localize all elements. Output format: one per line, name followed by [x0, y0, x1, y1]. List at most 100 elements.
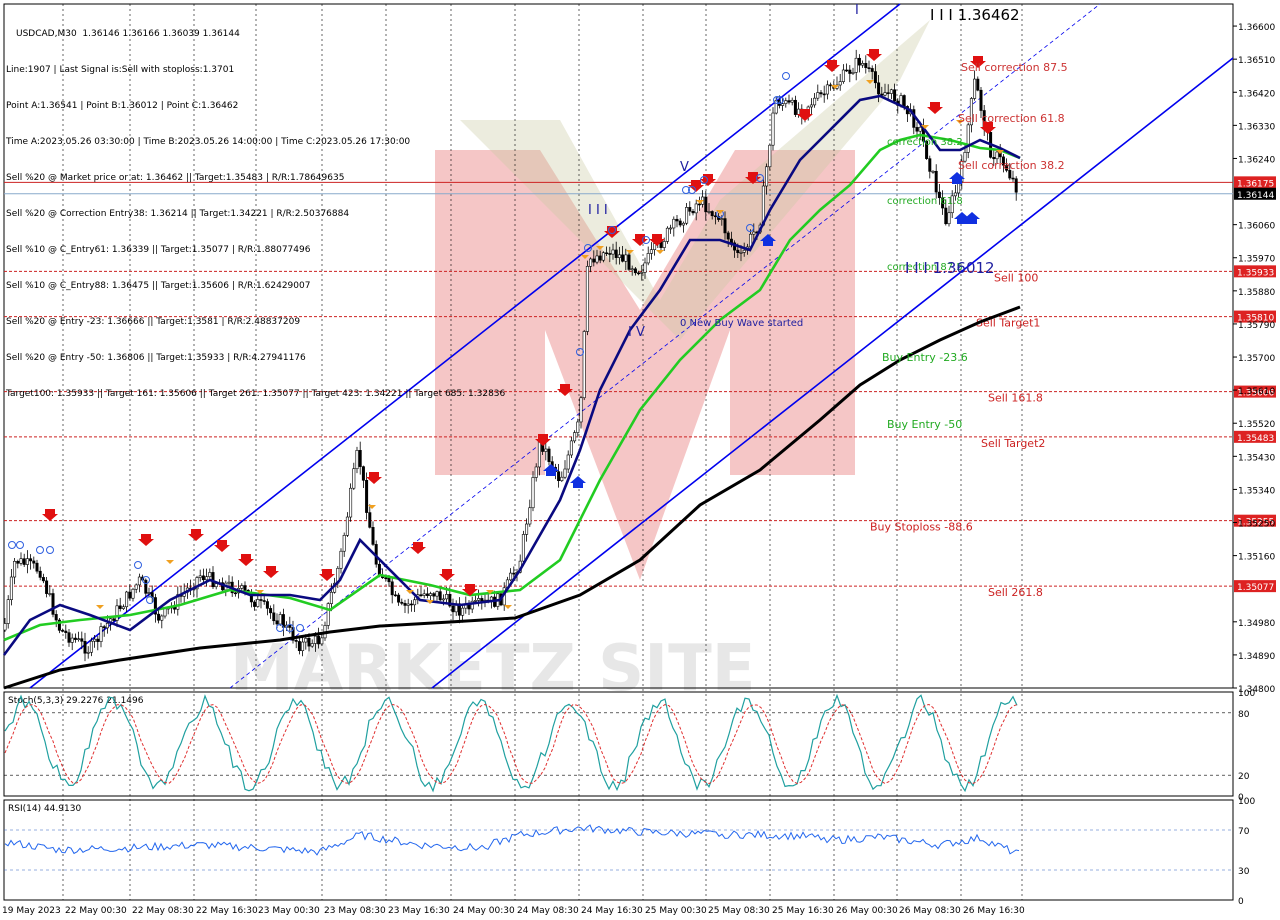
candle-body	[35, 562, 39, 572]
candle-body	[665, 227, 669, 242]
time-tick-label: 19 May 2023	[2, 906, 61, 916]
candle-body	[899, 95, 903, 106]
info-line: Target100: 1.35933 || Target 161: 1.3560…	[6, 389, 506, 399]
candle-body	[422, 593, 426, 596]
candle-body	[547, 448, 551, 462]
candle-body	[643, 262, 647, 273]
candle-body	[688, 207, 692, 212]
candle-body	[707, 211, 711, 213]
buy-arrow	[570, 476, 586, 488]
candle-body	[301, 641, 305, 652]
candle-body	[29, 558, 33, 562]
candle-body	[557, 471, 561, 482]
candle-body	[256, 599, 260, 607]
candle-body	[131, 588, 135, 599]
candle-body	[80, 638, 84, 642]
symbol-line: USDCAD,M30 1.36146 1.36166 1.36039 1.361…	[16, 29, 240, 39]
annotation-text: Sell correction 87.5	[961, 61, 1068, 74]
price-tick-label: 1.35970	[1238, 255, 1275, 265]
candle-body	[838, 81, 842, 86]
candle-body	[121, 606, 125, 609]
candle-body	[208, 572, 212, 577]
time-tick-label: 24 May 16:30	[581, 906, 643, 916]
candle-body	[573, 432, 577, 442]
info-line: Sell %20 @ Market price or at: 1.36462 |…	[6, 173, 345, 183]
candle-body	[342, 535, 346, 552]
candle-body	[269, 608, 273, 614]
candle-body	[73, 637, 77, 640]
price-tick-label: 1.36510	[1238, 56, 1275, 66]
stoch-frame	[3, 691, 1234, 797]
candle-body	[38, 570, 42, 578]
signal-marker	[36, 546, 44, 554]
candle-body	[288, 624, 292, 628]
candle-body	[605, 252, 609, 255]
candle-body	[765, 166, 769, 187]
candle-body	[685, 207, 689, 224]
candle-body	[589, 258, 593, 267]
candle-body	[67, 632, 71, 643]
candle-body	[976, 78, 980, 91]
candle-body	[13, 560, 17, 578]
candle-body	[768, 144, 772, 168]
time-tick-label: 23 May 00:30	[258, 906, 320, 916]
candle-body	[406, 603, 410, 606]
candle-body	[297, 641, 301, 652]
candle-body	[627, 254, 631, 270]
candle-body	[841, 69, 845, 82]
candle-body	[576, 421, 580, 433]
candle-body	[25, 558, 29, 565]
annotation-text: Sell correction 61.8	[958, 112, 1065, 125]
stoch-tick-label: 100	[1238, 689, 1255, 699]
candle-body	[566, 454, 570, 470]
candle-body	[441, 598, 445, 601]
rsi-tick-label: 30	[1238, 867, 1250, 877]
candle-body	[848, 69, 852, 74]
price-tag: 1.35483	[1237, 434, 1274, 444]
annotation-text: I I I 1.36462	[930, 6, 1020, 24]
candle-body	[413, 599, 417, 606]
candle-body	[819, 92, 823, 95]
candle-body	[781, 103, 785, 106]
price-tick-label: 1.35880	[1238, 288, 1275, 298]
annotation-text: I I I	[588, 203, 608, 218]
sell-arrow	[138, 534, 154, 546]
candle-body	[320, 637, 324, 645]
price-tick-label: 1.36420	[1238, 89, 1275, 99]
candle-body	[672, 218, 676, 229]
candle-body	[51, 593, 55, 615]
candle-body	[214, 583, 218, 588]
candle-body	[646, 253, 650, 264]
price-tag: 1.35077	[1237, 583, 1274, 593]
price-tick-label: 1.35340	[1238, 486, 1275, 496]
candle-body	[537, 439, 541, 468]
annotation-text: I	[855, 3, 859, 18]
candle-body	[601, 252, 605, 261]
price-tick-label: 1.35520	[1238, 420, 1275, 430]
stoch-panel: Stoch(5,3,3) 29.2276 21.149610080200	[4, 689, 1255, 803]
candle-body	[877, 82, 881, 95]
sell-arrow	[632, 234, 648, 246]
candle-body	[355, 450, 359, 470]
candle-body	[723, 218, 727, 234]
candle-body	[480, 598, 484, 602]
price-tick-label: 1.35250	[1238, 520, 1275, 530]
candle-body	[595, 255, 599, 263]
candle-body	[409, 603, 413, 606]
candle-body	[358, 450, 362, 467]
candle-body	[793, 99, 797, 115]
time-tick-label: 24 May 00:30	[453, 906, 515, 916]
candle-body	[201, 575, 205, 581]
candle-body	[368, 512, 372, 528]
candle-body	[349, 487, 353, 518]
candle-body	[227, 581, 231, 584]
candle-body	[400, 601, 404, 604]
info-line: Sell %20 @ Correction Entry38: 1.36214 |…	[6, 209, 350, 219]
candle-body	[784, 100, 788, 104]
candle-body	[160, 615, 164, 621]
candle-body	[32, 560, 36, 564]
sell-arrow	[42, 509, 58, 521]
sell-arrow	[263, 566, 279, 578]
candle-body	[163, 608, 167, 617]
candle-body	[563, 468, 567, 478]
